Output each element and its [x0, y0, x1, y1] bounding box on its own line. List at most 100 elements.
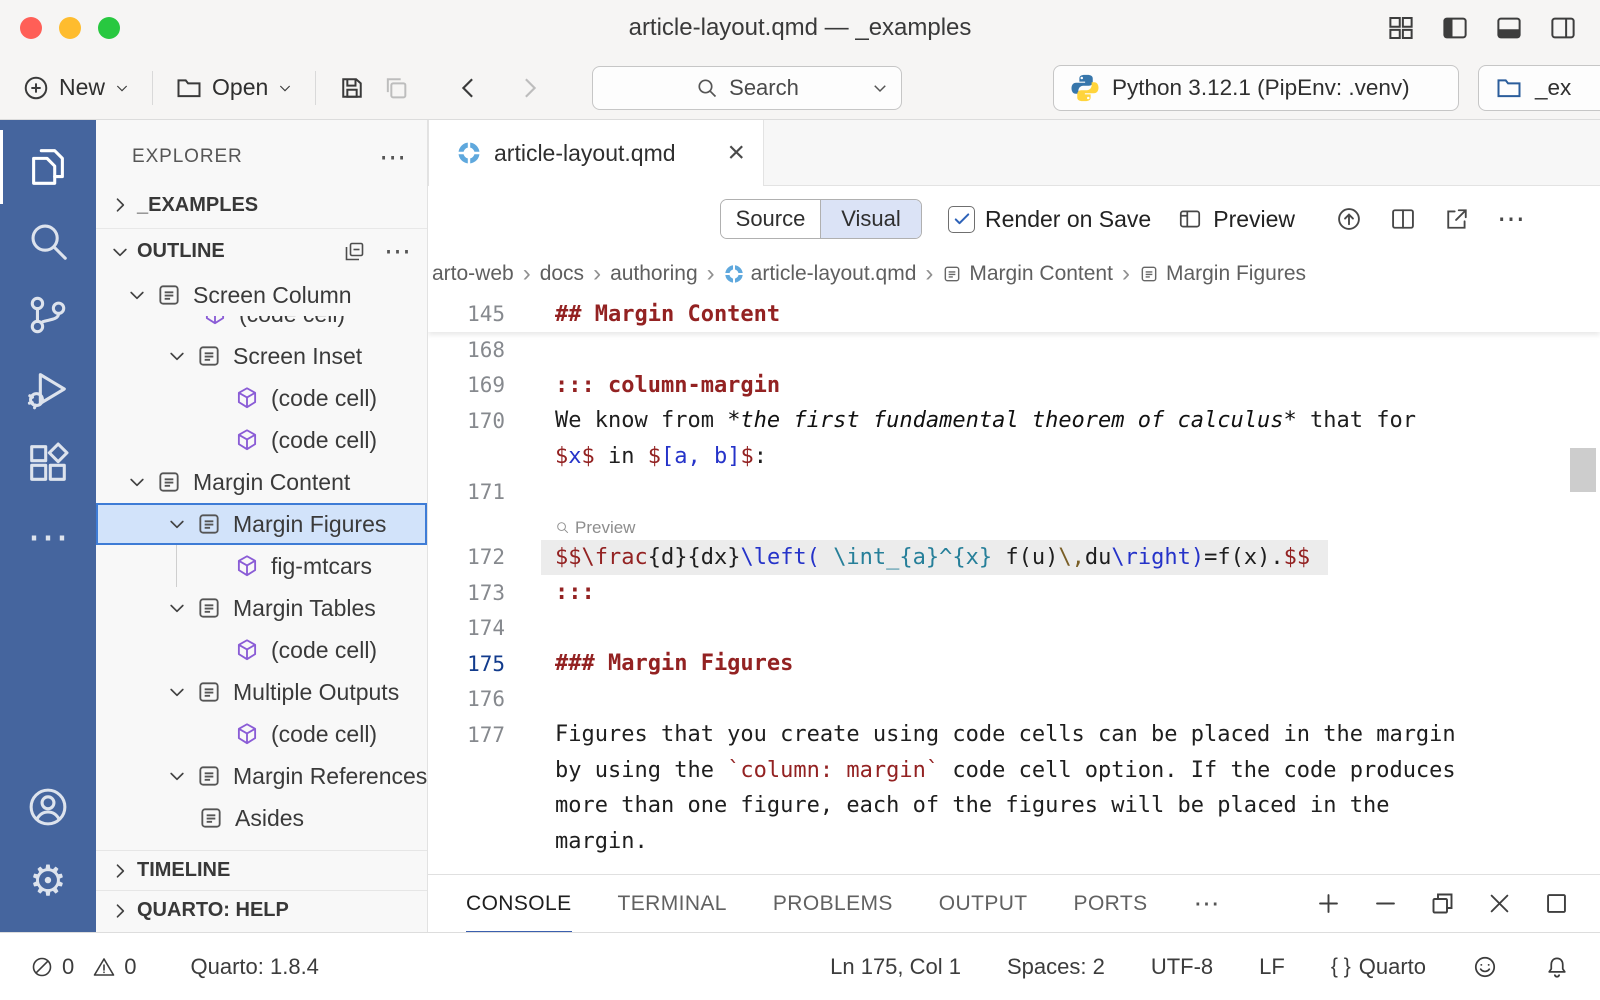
- editor-scrollbar[interactable]: [1570, 448, 1596, 492]
- extensions-icon[interactable]: [0, 426, 96, 500]
- language-mode[interactable]: { } Quarto: [1331, 954, 1426, 980]
- section-icon: [194, 763, 224, 789]
- encoding[interactable]: UTF-8: [1151, 954, 1213, 980]
- toggle-left-sidebar-icon[interactable]: [1440, 13, 1470, 43]
- cursor-position[interactable]: Ln 175, Col 1: [830, 954, 961, 980]
- code-line[interactable]: 168: [428, 332, 1600, 368]
- code-line-wrap[interactable]: more than one figure, each of the figure…: [428, 788, 1600, 824]
- toggle-panel-icon[interactable]: [1494, 13, 1524, 43]
- code-line[interactable]: 170We know from *the first fundamental t…: [428, 403, 1600, 439]
- code-line[interactable]: 173:::: [428, 575, 1600, 611]
- breadcrumb-item-section[interactable]: Margin Content: [942, 262, 1113, 286]
- code-line[interactable]: 169::: column-margin: [428, 368, 1600, 404]
- preview-button[interactable]: Preview: [1177, 206, 1295, 233]
- outline-item-margin-figures[interactable]: Margin Figures: [96, 503, 427, 545]
- sticky-scroll-line[interactable]: 145 ## Margin Content: [428, 296, 1600, 332]
- code-line-wrap[interactable]: by using the `column: margin` code cell …: [428, 753, 1600, 789]
- close-icon[interactable]: ×: [727, 138, 745, 168]
- outline-item-code-cell[interactable]: (code cell): [96, 419, 427, 461]
- tab-article-layout[interactable]: article-layout.qmd ×: [428, 120, 764, 186]
- outline-item-margin-tables[interactable]: Margin Tables: [96, 587, 427, 629]
- examples-section-header[interactable]: _EXAMPLES: [96, 182, 427, 228]
- render-on-save-checkbox[interactable]: Render on Save: [948, 206, 1151, 233]
- outline-item-margin-references[interactable]: Margin References: [96, 755, 427, 797]
- new-console-icon[interactable]: [1315, 890, 1342, 917]
- code-line[interactable]: 171: [428, 474, 1600, 510]
- more-actions-icon[interactable]: ⋯: [1497, 205, 1525, 233]
- toggle-right-sidebar-icon[interactable]: [1548, 13, 1578, 43]
- source-mode-button[interactable]: Source: [721, 200, 821, 238]
- outline-item-screen-inset[interactable]: Screen Inset: [96, 335, 427, 377]
- code-line[interactable]: 177Figures that you create using code ce…: [428, 717, 1600, 753]
- notifications-bell-icon[interactable]: [1544, 954, 1570, 980]
- more-actions-icon[interactable]: ⋯: [384, 238, 411, 265]
- split-editor-icon[interactable]: [1389, 205, 1417, 233]
- breadcrumb-item-section[interactable]: Margin Figures: [1139, 262, 1306, 286]
- breadcrumb-item-file[interactable]: article-layout.qmd: [724, 262, 917, 286]
- timeline-section-header[interactable]: TIMELINE: [96, 850, 427, 890]
- save-icon[interactable]: [338, 74, 366, 102]
- render-icon[interactable]: [1335, 205, 1363, 233]
- feedback-smiley-icon[interactable]: [1472, 954, 1498, 980]
- panel-tab-terminal[interactable]: TERMINAL: [618, 875, 727, 933]
- outline-item-code-cell[interactable]: (code cell): [96, 377, 427, 419]
- panel-tab-console[interactable]: CONSOLE: [466, 875, 572, 933]
- search-icon[interactable]: [0, 204, 96, 278]
- open-button[interactable]: Open: [175, 74, 293, 102]
- panel-tab-problems[interactable]: PROBLEMS: [773, 875, 893, 933]
- back-icon[interactable]: [454, 73, 484, 103]
- eol-sequence[interactable]: LF: [1259, 954, 1285, 980]
- code-line-wrap[interactable]: $x$ in $[a, b]$:: [428, 439, 1600, 475]
- breadcrumb-item[interactable]: arto-web: [432, 262, 514, 286]
- open-external-icon[interactable]: [1443, 205, 1471, 233]
- collapse-all-icon[interactable]: [342, 240, 366, 264]
- code-line[interactable]: 176: [428, 682, 1600, 718]
- breadcrumb-item[interactable]: docs: [540, 262, 584, 286]
- quarto-help-section-header[interactable]: QUARTO: HELP: [96, 890, 427, 930]
- new-button[interactable]: New: [22, 74, 130, 102]
- account-icon[interactable]: [0, 770, 96, 844]
- section-icon: [194, 595, 224, 621]
- explorer-icon[interactable]: [0, 130, 96, 204]
- customize-layout-icon[interactable]: [1386, 13, 1416, 43]
- outline-item-asides[interactable]: Asides: [96, 797, 427, 839]
- preview-codelens[interactable]: Preview: [555, 518, 635, 540]
- minimize-panel-icon[interactable]: [1372, 890, 1399, 917]
- settings-gear-icon[interactable]: ⚙: [0, 844, 96, 918]
- chevron-down-icon[interactable]: [871, 79, 889, 97]
- visual-mode-button[interactable]: Visual: [821, 200, 921, 238]
- code-line-math[interactable]: 172$$\frac{d}{dx}\left( \int_{a}^{x} f(u…: [428, 540, 1600, 576]
- more-actions-icon[interactable]: ⋯: [1194, 888, 1220, 919]
- code-line-current[interactable]: 175### Margin Figures: [428, 646, 1600, 682]
- panel-tab-output[interactable]: OUTPUT: [939, 875, 1028, 933]
- more-actions-icon[interactable]: ⋯: [379, 144, 407, 171]
- python-interpreter-button[interactable]: Python 3.12.1 (PipEnv: .venv): [1053, 65, 1459, 111]
- outline-item-screen-column[interactable]: Screen Column: [96, 274, 427, 316]
- close-panel-icon[interactable]: [1486, 890, 1513, 917]
- more-actions-icon[interactable]: ⋯: [0, 500, 96, 574]
- outline-section-header[interactable]: OUTLINE ⋯: [96, 228, 427, 274]
- code-editor[interactable]: 145 ## Margin Content 168 169::: column-…: [428, 296, 1600, 874]
- outline-item-code-cell[interactable]: (code cell): [96, 713, 427, 755]
- outline-item-multiple-outputs[interactable]: Multiple Outputs: [96, 671, 427, 713]
- search-input[interactable]: Search: [592, 66, 902, 110]
- tab-label: article-layout.qmd: [494, 140, 676, 167]
- outline-item-fig-mtcars[interactable]: fig-mtcars: [96, 545, 427, 587]
- outline-item-margin-content[interactable]: Margin Content: [96, 461, 427, 503]
- code-line-wrap[interactable]: margin.: [428, 824, 1600, 860]
- source-control-icon[interactable]: [0, 278, 96, 352]
- code-line[interactable]: 174: [428, 611, 1600, 647]
- breadcrumb-item[interactable]: authoring: [610, 262, 698, 286]
- maximize-panel-icon[interactable]: [1543, 890, 1570, 917]
- quarto-version[interactable]: Quarto: 1.8.4: [191, 954, 319, 980]
- indentation[interactable]: Spaces: 2: [1007, 954, 1105, 980]
- restore-panel-icon[interactable]: [1429, 890, 1456, 917]
- run-debug-icon[interactable]: [0, 352, 96, 426]
- workspace-button[interactable]: _ex: [1478, 65, 1600, 111]
- outline-item-code-cell[interactable]: (code cell): [96, 629, 427, 671]
- toolbar: New Open Search Python 3.12.1 (PipEnv: .…: [0, 56, 1600, 120]
- forward-icon[interactable]: [514, 73, 544, 103]
- panel-tab-ports[interactable]: PORTS: [1074, 875, 1148, 933]
- problems-indicator[interactable]: 0 0: [30, 954, 137, 980]
- copy-icon[interactable]: [382, 74, 410, 102]
